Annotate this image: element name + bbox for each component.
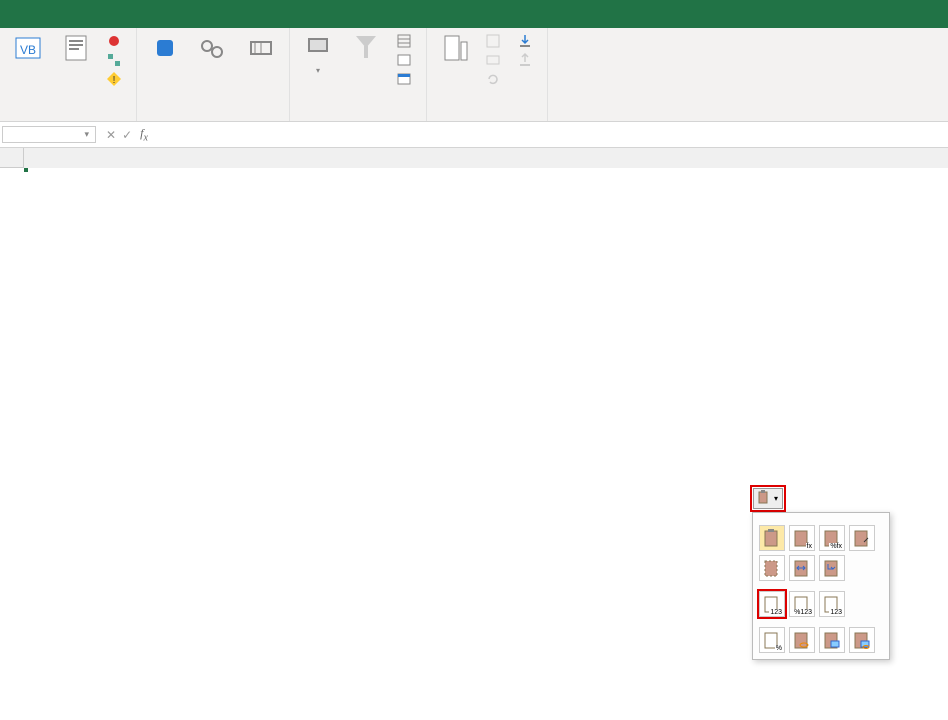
paste-transpose-button[interactable] xyxy=(819,555,845,581)
group-label-xml xyxy=(433,115,541,119)
paste-all-button[interactable] xyxy=(759,525,785,551)
map-properties-button[interactable] xyxy=(481,32,509,50)
paste-formulas-button[interactable]: fx xyxy=(789,525,815,551)
formula-input[interactable] xyxy=(156,125,948,144)
expansion-packs-button[interactable] xyxy=(481,51,509,69)
record-icon xyxy=(106,33,122,49)
macro-security-icon: ! xyxy=(106,71,122,87)
paste-options-menu: fx %fx 123 %123 123 % xyxy=(752,512,890,660)
cancel-formula-icon[interactable]: ✕ xyxy=(106,128,116,142)
enter-formula-icon[interactable]: ✓ xyxy=(122,128,132,142)
excel-addins-icon xyxy=(197,32,229,64)
fx-icon[interactable]: fx xyxy=(140,126,156,143)
paste-formulas-number-button[interactable]: %fx xyxy=(819,525,845,551)
paste-options-icon xyxy=(758,490,770,507)
ribbon-group-addins xyxy=(137,28,290,121)
group-label-code xyxy=(6,115,130,119)
group-label-controls xyxy=(296,115,420,119)
insert-control-icon xyxy=(302,32,334,64)
paste-keep-widths-button[interactable] xyxy=(789,555,815,581)
paste-picture-button[interactable] xyxy=(819,627,845,653)
group-label-addins xyxy=(143,115,283,119)
paste-values-source-format-button[interactable]: 123 xyxy=(819,591,845,617)
addins-button[interactable] xyxy=(143,30,187,115)
macros-button[interactable] xyxy=(54,30,98,115)
formula-bar: ▾ ✕ ✓ fx xyxy=(0,122,948,148)
relative-refs-icon xyxy=(106,52,122,68)
ribbon-group-controls: ▾ xyxy=(290,28,427,121)
select-all-corner[interactable] xyxy=(0,148,24,168)
source-icon xyxy=(439,32,471,64)
refresh-icon xyxy=(485,71,501,87)
run-dialog-icon xyxy=(396,71,412,87)
import-icon xyxy=(517,33,533,49)
view-code-icon xyxy=(396,52,412,68)
export-button[interactable] xyxy=(513,51,541,69)
visual-basic-icon: VB xyxy=(12,32,44,64)
name-box[interactable]: ▾ xyxy=(2,126,96,143)
design-mode-icon xyxy=(350,32,382,64)
insert-control-button[interactable]: ▾ xyxy=(296,30,340,115)
paste-values-number-format-button[interactable]: %123 xyxy=(789,591,815,617)
com-addins-button[interactable] xyxy=(239,30,283,115)
spreadsheet xyxy=(0,148,948,168)
excel-addins-button[interactable] xyxy=(191,30,235,115)
com-addins-icon xyxy=(245,32,277,64)
ribbon-group-code: VB ! xyxy=(0,28,137,121)
design-mode-button[interactable] xyxy=(344,30,388,115)
visual-basic-button[interactable]: VB xyxy=(6,30,50,115)
import-button[interactable] xyxy=(513,32,541,50)
paste-values-button[interactable]: 123 xyxy=(759,591,785,617)
expansion-packs-icon xyxy=(485,52,501,68)
ribbon-group-xml xyxy=(427,28,548,121)
use-relative-refs-button[interactable] xyxy=(102,51,130,69)
paste-options-button[interactable]: ▾ xyxy=(750,485,786,512)
refresh-data-button[interactable] xyxy=(481,70,509,88)
paste-keep-source-button[interactable] xyxy=(849,525,875,551)
chevron-down-icon: ▾ xyxy=(316,66,320,76)
paste-link-button[interactable] xyxy=(789,627,815,653)
ribbon: VB ! xyxy=(0,28,948,122)
properties-icon xyxy=(396,33,412,49)
paste-linked-picture-button[interactable] xyxy=(849,627,875,653)
chevron-down-icon: ▾ xyxy=(774,494,778,503)
addins-icon xyxy=(149,32,181,64)
ribbon-tabs xyxy=(0,4,948,28)
properties-button[interactable] xyxy=(392,32,420,50)
export-icon xyxy=(517,52,533,68)
chevron-down-icon: ▾ xyxy=(84,129,89,140)
map-properties-icon xyxy=(485,33,501,49)
macro-security-button[interactable]: ! xyxy=(102,70,130,88)
record-macro-button[interactable] xyxy=(102,32,130,50)
svg-text:VB: VB xyxy=(20,43,36,57)
paste-no-borders-button[interactable] xyxy=(759,555,785,581)
run-dialog-button[interactable] xyxy=(392,70,420,88)
svg-text:!: ! xyxy=(113,75,116,86)
source-button[interactable] xyxy=(433,30,477,115)
view-code-button[interactable] xyxy=(392,51,420,69)
paste-formatting-button[interactable]: % xyxy=(759,627,785,653)
macros-icon xyxy=(60,32,92,64)
